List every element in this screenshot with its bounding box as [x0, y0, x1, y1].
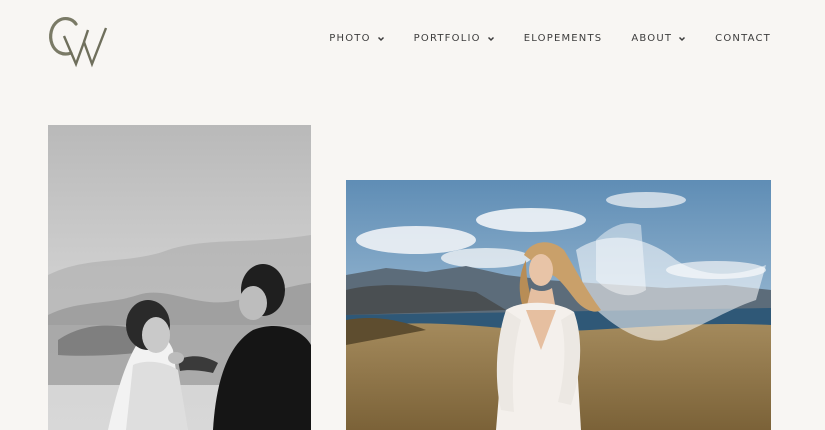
logo-monogram-icon: [49, 17, 108, 68]
nav-item-label: PORTFOLIO: [413, 33, 481, 44]
nav-item-label: CONTACT: [715, 33, 771, 44]
chevron-down-icon: [487, 35, 495, 43]
main-nav: PHOTO PORTFOLIO ELOPEMENTS ABOUT CONTACT: [329, 33, 771, 44]
nav-item-elopements[interactable]: ELOPEMENTS: [524, 33, 603, 44]
nav-item-label: ABOUT: [631, 33, 673, 44]
photo-image: [346, 180, 771, 430]
nav-item-portfolio[interactable]: PORTFOLIO: [414, 33, 495, 44]
nav-item-photo[interactable]: PHOTO: [329, 33, 384, 44]
nav-item-contact[interactable]: CONTACT: [715, 33, 771, 44]
chevron-down-icon: [377, 35, 385, 43]
nav-item-label: ELOPEMENTS: [523, 33, 603, 44]
couple-ceremony-photo[interactable]: [48, 125, 311, 430]
logo[interactable]: [46, 14, 112, 68]
nav-item-label: PHOTO: [329, 33, 371, 44]
bride-veil-mountain-photo[interactable]: [346, 180, 771, 430]
photo-image: [48, 125, 311, 430]
site-header: PHOTO PORTFOLIO ELOPEMENTS ABOUT CONTACT: [0, 0, 825, 82]
nav-item-about[interactable]: ABOUT: [631, 33, 686, 44]
chevron-down-icon: [678, 35, 686, 43]
